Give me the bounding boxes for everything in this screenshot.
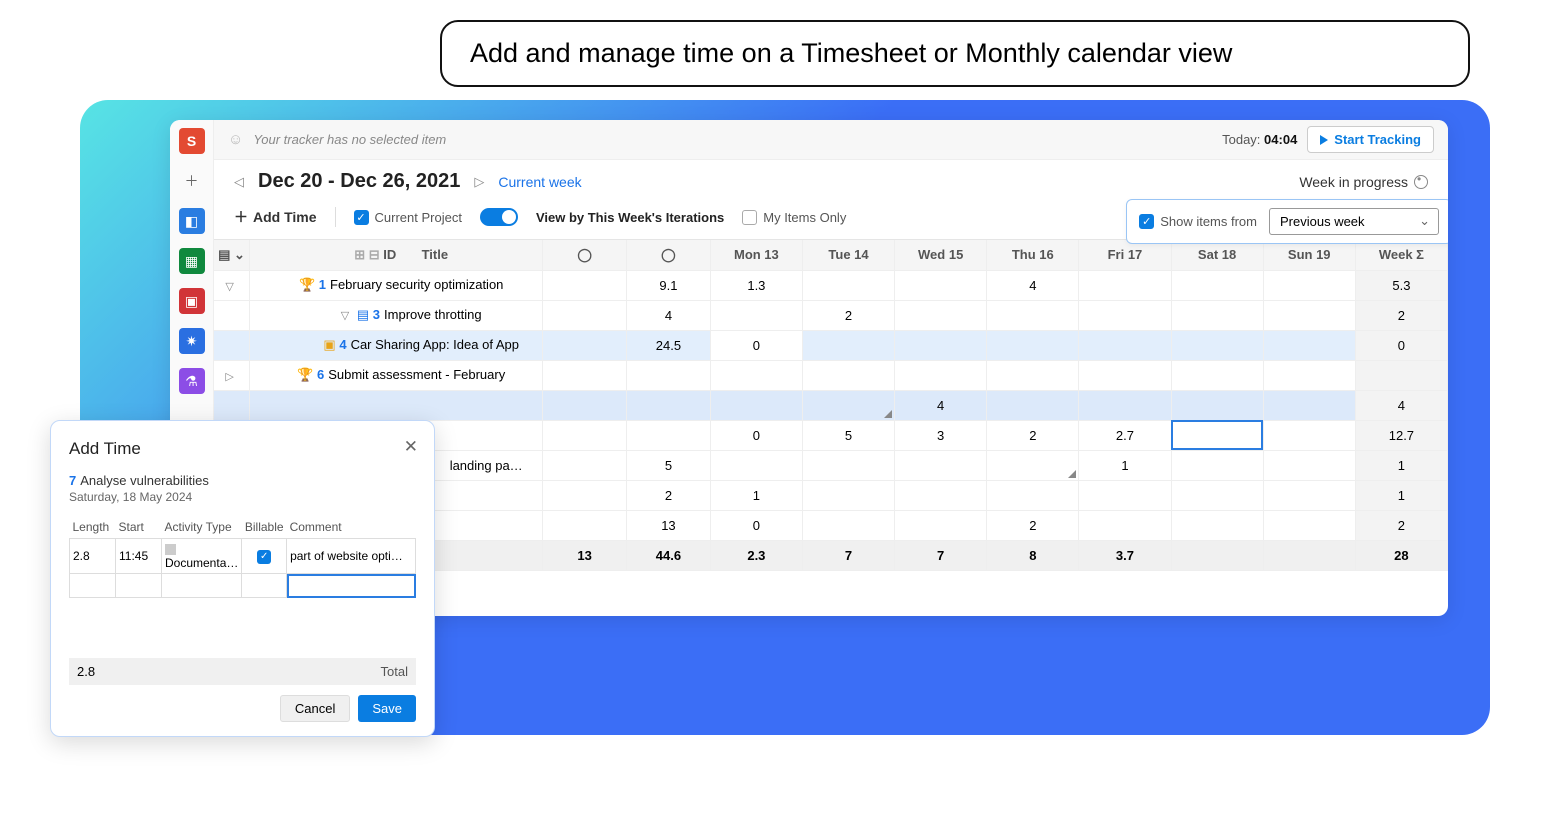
view-toggle[interactable] [480,208,518,226]
show-items-from-checkbox[interactable]: ✓ Show items from [1139,214,1257,229]
toolbar: ＋ Add Time ✓ Current Project View by Thi… [214,203,1448,240]
col-id-title: ⊞ ⊟ ID Title [250,240,543,270]
col-user-icon: ◯ [627,240,711,270]
table-row[interactable]: ▣ 4Car Sharing App: Idea of App 24.5 0 0 [214,330,1448,360]
previous-week-select[interactable]: Previous week [1269,208,1439,235]
add-time-dialog: ✕ Add Time 7Analyse vulnerabilities Satu… [50,420,435,737]
start-tracking-label: Start Tracking [1334,132,1421,147]
comment-cell[interactable]: part of website opti… [287,539,416,574]
col-comment: Comment [287,516,416,539]
dialog-table: Length Start Activity Type Billable Comm… [69,516,416,598]
nav-dashboard-icon[interactable]: ◧ [179,208,205,234]
show-items-from-box: ✓ Show items from Previous week [1126,199,1448,244]
note-icon: ▣ [323,337,335,352]
col-tue: Tue 14 [802,240,894,270]
caret-right-icon[interactable]: ▷ [225,370,233,383]
grid-header-row: ▤ ⌄ ⊞ ⊟ ID Title ◯ ◯ Mon 13 Tue 14 Wed 1… [214,240,1448,270]
save-button[interactable]: Save [358,695,416,722]
dialog-row-empty[interactable] [70,574,416,598]
activity-cell[interactable]: Documenta… [162,539,242,574]
nav-people-icon[interactable]: ✷ [179,328,205,354]
billable-cell[interactable] [242,574,287,598]
start-cell[interactable]: 11:45 [116,539,162,574]
col-wed: Wed 15 [895,240,987,270]
cancel-button[interactable]: Cancel [280,695,350,722]
table-row[interactable]: ▽ 🏆 1February security optimization 9.1 … [214,270,1448,300]
activity-color-icon [165,544,176,555]
caret-down-icon[interactable]: ▽ [341,309,349,322]
row-menu-header[interactable]: ▤ ⌄ [214,240,250,270]
tracker-face-icon: ☺ [228,131,243,148]
nav-lab-icon[interactable]: ⚗ [179,368,205,394]
dialog-actions: Cancel Save [69,695,416,722]
add-time-button[interactable]: ＋ Add Time [234,207,317,227]
dialog-item: 7Analyse vulnerabilities [69,473,416,488]
start-cell[interactable] [116,574,162,598]
add-icon[interactable]: ＋ [179,168,205,194]
today-text: Today: [1222,132,1260,147]
today-label: Today: 04:04 [1222,132,1297,147]
length-cell[interactable] [70,574,116,598]
dialog-title: Add Time [69,439,416,459]
total-label: Total [127,664,408,679]
tracker-bar: ☺ Your tracker has no selected item Toda… [214,120,1448,160]
activity-cell[interactable] [162,574,242,598]
page-heading: Add and manage time on a Timesheet or Mo… [440,20,1470,87]
my-items-checkbox[interactable]: My Items Only [742,210,846,225]
play-icon [1320,135,1328,145]
tracker-placeholder[interactable]: Your tracker has no selected item [253,132,1212,147]
dialog-date: Saturday, 18 May 2024 [69,490,416,504]
next-week-icon[interactable]: ▷ [474,174,484,190]
billable-cell[interactable]: ✓ [242,539,287,574]
trophy-icon: 🏆 [297,367,313,382]
expand-tool-icon[interactable]: ⊞ ⊟ [354,247,379,262]
col-activity: Activity Type [162,516,242,539]
checkbox-on-icon: ✓ [1139,214,1154,229]
checkbox-on-icon: ✓ [257,550,271,564]
app-logo-icon[interactable]: S [179,128,205,154]
col-billable: Billable [242,516,287,539]
week-status-label: Week in progress [1299,174,1408,190]
current-week-link[interactable]: Current week [498,174,581,190]
col-week: Week Σ [1355,240,1447,270]
col-length: Length [70,516,116,539]
col-mon: Mon 13 [710,240,802,270]
checkbox-off-icon [742,210,757,225]
status-dot-icon [1414,175,1428,189]
nav-excel-icon[interactable]: ▦ [179,248,205,274]
total-value: 2.8 [77,664,127,679]
week-status: Week in progress [1299,174,1428,190]
length-cell[interactable]: 2.8 [70,539,116,574]
prev-week-icon[interactable]: ◁ [234,174,244,190]
table-row[interactable]: ▷ 🏆 6Submit assessment - February [214,360,1448,390]
col-fri: Fri 17 [1079,240,1171,270]
col-start: Start [116,516,162,539]
comment-input[interactable] [287,574,416,598]
table-row[interactable]: ▽ ▤ 3Improve throtting 4 2 2 [214,300,1448,330]
col-thu: Thu 16 [987,240,1079,270]
caret-down-icon[interactable]: ▽ [225,280,233,293]
start-tracking-button[interactable]: Start Tracking [1307,126,1434,153]
dialog-row[interactable]: 2.8 11:45 Documenta… ✓ part of website o… [70,539,416,574]
today-time: 04:04 [1264,132,1297,147]
col-est-icon: ◯ [543,240,627,270]
view-toggle-label: View by This Week's Iterations [536,210,724,225]
trophy-icon: 🏆 [299,277,315,292]
table-row[interactable]: 4 4 [214,390,1448,420]
col-sun: Sun 19 [1263,240,1355,270]
dialog-total-row: 2.8 Total [69,658,416,685]
nav-powerpoint-icon[interactable]: ▣ [179,288,205,314]
date-range: Dec 20 - Dec 26, 2021 [258,170,460,193]
current-project-checkbox[interactable]: ✓ Current Project [354,210,462,225]
checkbox-on-icon: ✓ [354,210,369,225]
col-sat: Sat 18 [1171,240,1263,270]
doc-icon: ▤ [357,307,369,322]
close-icon[interactable]: ✕ [404,437,418,457]
focused-cell[interactable] [1171,420,1263,450]
date-row: ◁ Dec 20 - Dec 26, 2021 ▷ Current week W… [214,160,1448,203]
